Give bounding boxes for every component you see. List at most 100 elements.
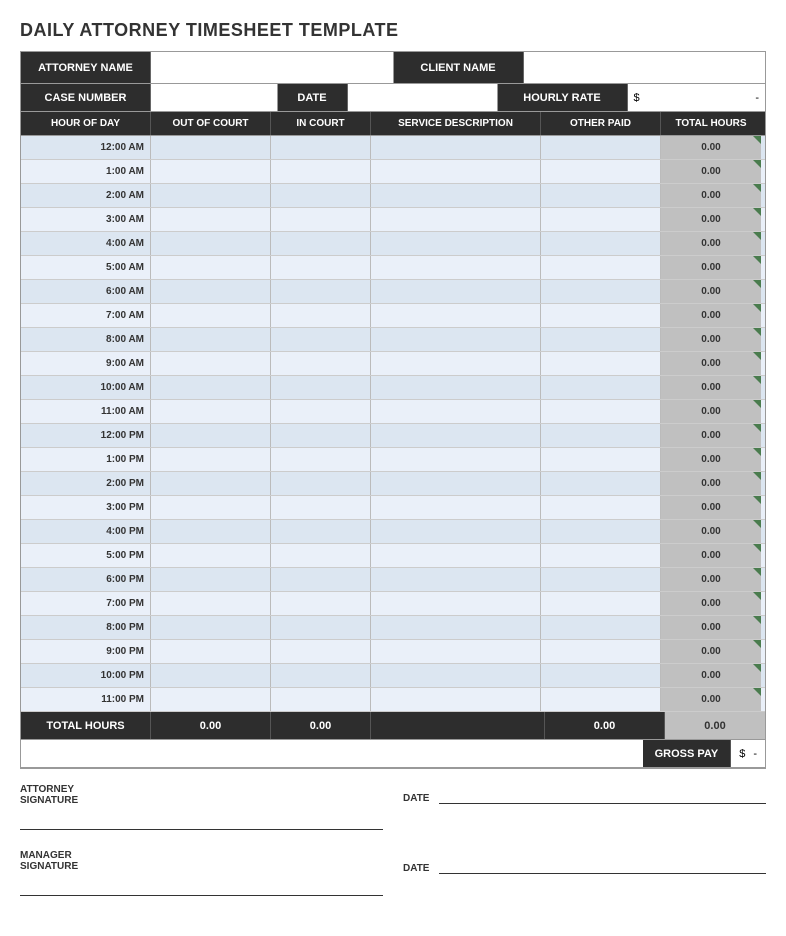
service-description-entry[interactable] bbox=[371, 304, 541, 327]
other-paid-entry[interactable] bbox=[541, 400, 661, 423]
service-description-entry[interactable] bbox=[371, 616, 541, 639]
other-paid-entry[interactable] bbox=[541, 616, 661, 639]
other-paid-entry[interactable] bbox=[541, 472, 661, 495]
out-of-court-entry[interactable] bbox=[151, 640, 271, 663]
other-paid-entry[interactable] bbox=[541, 304, 661, 327]
other-paid-entry[interactable] bbox=[541, 256, 661, 279]
date-value[interactable] bbox=[348, 84, 498, 111]
other-paid-entry[interactable] bbox=[541, 352, 661, 375]
out-of-court-entry[interactable] bbox=[151, 304, 271, 327]
out-of-court-entry[interactable] bbox=[151, 184, 271, 207]
out-of-court-entry[interactable] bbox=[151, 376, 271, 399]
in-court-entry[interactable] bbox=[271, 400, 371, 423]
out-of-court-entry[interactable] bbox=[151, 568, 271, 591]
other-paid-entry[interactable] bbox=[541, 208, 661, 231]
out-of-court-entry[interactable] bbox=[151, 400, 271, 423]
service-description-entry[interactable] bbox=[371, 496, 541, 519]
other-paid-entry[interactable] bbox=[541, 496, 661, 519]
out-of-court-entry[interactable] bbox=[151, 496, 271, 519]
out-of-court-entry[interactable] bbox=[151, 352, 271, 375]
manager-sig-line[interactable] bbox=[20, 876, 383, 896]
in-court-entry[interactable] bbox=[271, 136, 371, 159]
case-number-value[interactable] bbox=[151, 84, 278, 111]
service-description-entry[interactable] bbox=[371, 424, 541, 447]
in-court-entry[interactable] bbox=[271, 256, 371, 279]
service-description-entry[interactable] bbox=[371, 688, 541, 711]
in-court-entry[interactable] bbox=[271, 328, 371, 351]
in-court-entry[interactable] bbox=[271, 424, 371, 447]
service-description-entry[interactable] bbox=[371, 208, 541, 231]
in-court-entry[interactable] bbox=[271, 496, 371, 519]
out-of-court-entry[interactable] bbox=[151, 136, 271, 159]
service-description-entry[interactable] bbox=[371, 136, 541, 159]
other-paid-entry[interactable] bbox=[541, 424, 661, 447]
service-description-entry[interactable] bbox=[371, 544, 541, 567]
service-description-entry[interactable] bbox=[371, 640, 541, 663]
in-court-entry[interactable] bbox=[271, 280, 371, 303]
out-of-court-entry[interactable] bbox=[151, 592, 271, 615]
other-paid-entry[interactable] bbox=[541, 448, 661, 471]
in-court-entry[interactable] bbox=[271, 472, 371, 495]
in-court-entry[interactable] bbox=[271, 184, 371, 207]
service-description-entry[interactable] bbox=[371, 184, 541, 207]
in-court-entry[interactable] bbox=[271, 208, 371, 231]
other-paid-entry[interactable] bbox=[541, 160, 661, 183]
in-court-entry[interactable] bbox=[271, 592, 371, 615]
attorney-date-line[interactable] bbox=[439, 784, 766, 804]
other-paid-entry[interactable] bbox=[541, 376, 661, 399]
in-court-entry[interactable] bbox=[271, 232, 371, 255]
manager-date-line[interactable] bbox=[439, 854, 766, 874]
service-description-entry[interactable] bbox=[371, 448, 541, 471]
in-court-entry[interactable] bbox=[271, 664, 371, 687]
other-paid-entry[interactable] bbox=[541, 592, 661, 615]
out-of-court-entry[interactable] bbox=[151, 208, 271, 231]
service-description-entry[interactable] bbox=[371, 280, 541, 303]
in-court-entry[interactable] bbox=[271, 376, 371, 399]
in-court-entry[interactable] bbox=[271, 448, 371, 471]
other-paid-entry[interactable] bbox=[541, 136, 661, 159]
out-of-court-entry[interactable] bbox=[151, 520, 271, 543]
other-paid-entry[interactable] bbox=[541, 640, 661, 663]
out-of-court-entry[interactable] bbox=[151, 328, 271, 351]
service-description-entry[interactable] bbox=[371, 328, 541, 351]
in-court-entry[interactable] bbox=[271, 688, 371, 711]
other-paid-entry[interactable] bbox=[541, 520, 661, 543]
service-description-entry[interactable] bbox=[371, 520, 541, 543]
in-court-entry[interactable] bbox=[271, 640, 371, 663]
hourly-rate-value[interactable]: $ - bbox=[628, 84, 766, 111]
other-paid-entry[interactable] bbox=[541, 280, 661, 303]
in-court-entry[interactable] bbox=[271, 544, 371, 567]
service-description-entry[interactable] bbox=[371, 664, 541, 687]
other-paid-entry[interactable] bbox=[541, 544, 661, 567]
other-paid-entry[interactable] bbox=[541, 688, 661, 711]
attorney-name-value[interactable] bbox=[151, 52, 394, 83]
service-description-entry[interactable] bbox=[371, 232, 541, 255]
other-paid-entry[interactable] bbox=[541, 664, 661, 687]
other-paid-entry[interactable] bbox=[541, 232, 661, 255]
out-of-court-entry[interactable] bbox=[151, 664, 271, 687]
other-paid-entry[interactable] bbox=[541, 328, 661, 351]
in-court-entry[interactable] bbox=[271, 160, 371, 183]
other-paid-entry[interactable] bbox=[541, 184, 661, 207]
out-of-court-entry[interactable] bbox=[151, 424, 271, 447]
out-of-court-entry[interactable] bbox=[151, 256, 271, 279]
service-description-entry[interactable] bbox=[371, 592, 541, 615]
service-description-entry[interactable] bbox=[371, 352, 541, 375]
out-of-court-entry[interactable] bbox=[151, 232, 271, 255]
in-court-entry[interactable] bbox=[271, 616, 371, 639]
attorney-sig-line[interactable] bbox=[20, 810, 383, 830]
service-description-entry[interactable] bbox=[371, 472, 541, 495]
client-name-value[interactable] bbox=[524, 52, 766, 83]
service-description-entry[interactable] bbox=[371, 376, 541, 399]
out-of-court-entry[interactable] bbox=[151, 280, 271, 303]
out-of-court-entry[interactable] bbox=[151, 448, 271, 471]
service-description-entry[interactable] bbox=[371, 568, 541, 591]
out-of-court-entry[interactable] bbox=[151, 688, 271, 711]
out-of-court-entry[interactable] bbox=[151, 160, 271, 183]
in-court-entry[interactable] bbox=[271, 568, 371, 591]
out-of-court-entry[interactable] bbox=[151, 472, 271, 495]
service-description-entry[interactable] bbox=[371, 256, 541, 279]
in-court-entry[interactable] bbox=[271, 352, 371, 375]
other-paid-entry[interactable] bbox=[541, 568, 661, 591]
in-court-entry[interactable] bbox=[271, 304, 371, 327]
